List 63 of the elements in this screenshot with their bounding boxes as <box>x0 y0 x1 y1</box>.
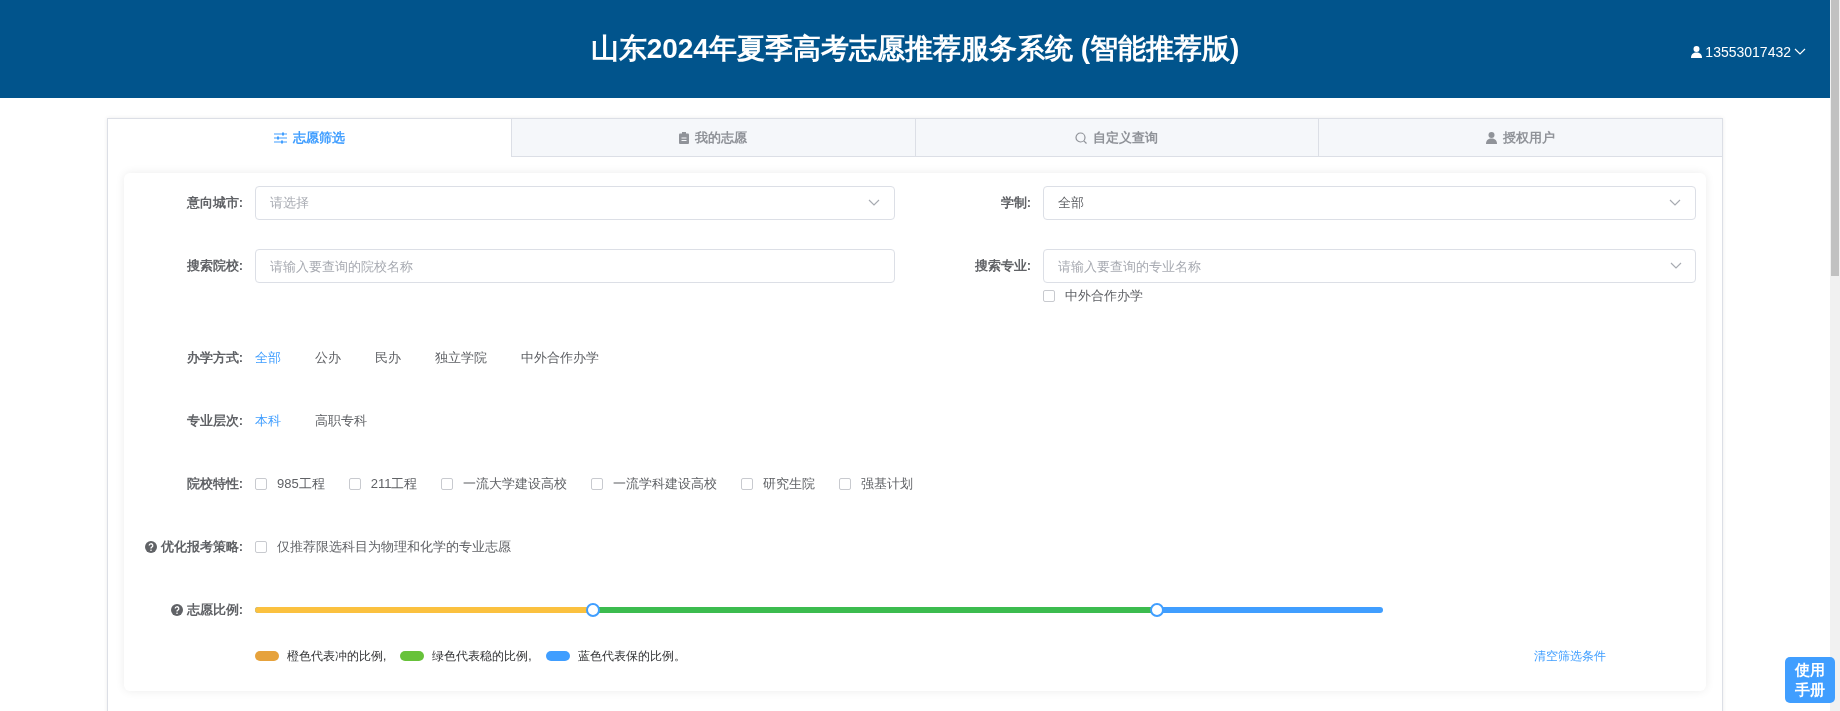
filter-option[interactable]: 公办 <box>315 348 341 367</box>
filter-option[interactable]: 高职专科 <box>315 411 367 430</box>
chevron-down-icon <box>1669 199 1681 207</box>
filter-option[interactable]: 民办 <box>375 348 401 367</box>
clear-filters-link[interactable]: 清空筛选条件 <box>1534 647 1606 665</box>
checkbox-label: 研究生院 <box>763 474 816 493</box>
checkbox[interactable] <box>441 477 454 490</box>
clipboard-icon <box>679 131 690 144</box>
checkbox-label: 强基计划 <box>861 474 914 493</box>
checkbox[interactable] <box>591 477 604 490</box>
field-label: 院校特性: <box>185 474 244 493</box>
filter-option[interactable]: 中外合作办学 <box>521 348 599 367</box>
field-label: 优化报考策略: <box>160 537 243 556</box>
user-phone: 13553017432 <box>1705 44 1791 60</box>
checkbox-label: 211工程 <box>370 474 418 493</box>
filter-option[interactable]: 全部 <box>255 348 281 367</box>
filter-option[interactable]: 独立学院 <box>435 348 487 367</box>
checkbox[interactable] <box>348 477 361 490</box>
tab[interactable]: 自定义查询 <box>914 119 1319 157</box>
chevron-down-icon <box>868 199 880 207</box>
scrollbar[interactable] <box>1830 0 1840 711</box>
legend-label: 蓝色代表保的比例。 <box>577 647 686 665</box>
checkbox[interactable] <box>741 477 754 490</box>
tab[interactable]: 志愿筛选 <box>108 119 511 157</box>
checkbox[interactable] <box>255 477 267 490</box>
chevron-down-icon <box>1794 48 1806 56</box>
field-label: 专业层次: <box>185 411 244 430</box>
sliders-icon <box>273 131 287 144</box>
field-label: 搜索专业: <box>973 257 1032 275</box>
slider-handle[interactable] <box>1150 602 1165 617</box>
chevron-down-icon <box>1670 262 1682 270</box>
search-icon <box>1075 131 1088 144</box>
question-icon <box>144 540 157 553</box>
slider-handle[interactable] <box>586 602 601 617</box>
duration-select[interactable]: 全部 <box>1043 186 1696 220</box>
filter-option[interactable]: 本科 <box>255 411 281 430</box>
checkbox-label: 一流学科建设高校 <box>613 474 718 493</box>
legend-label: 橙色代表冲的比例, <box>287 647 387 665</box>
user-icon <box>1691 46 1703 58</box>
user-menu[interactable]: 13553017432 <box>1691 44 1806 60</box>
field-label: 志愿比例: <box>186 600 243 619</box>
page-title: 山东2024年夏季高考志愿推荐服务系统 (智能推荐版) <box>590 32 1240 66</box>
field-label: 办学方式: <box>185 348 244 367</box>
legend-label: 绿色代表稳的比例, <box>432 647 532 665</box>
field-label: 搜索院校: <box>185 257 244 275</box>
checkbox-label: 一流大学建设高校 <box>463 474 568 493</box>
checkbox[interactable] <box>255 540 267 553</box>
city-select[interactable]: 请选择 <box>255 186 895 220</box>
checkbox[interactable] <box>839 477 852 490</box>
user-icon <box>1486 131 1498 144</box>
major-search-field[interactable]: 请输入要查询的专业名称 <box>1043 249 1696 283</box>
tab[interactable]: 授权用户 <box>1318 119 1722 157</box>
checkbox-label: 985工程 <box>277 474 325 493</box>
school-search-field[interactable]: 请输入要查询的院校名称 <box>255 249 895 283</box>
checkbox-label: 仅推荐限选科目为物理和化学的专业志愿 <box>277 537 511 556</box>
field-label: 学制: <box>999 194 1032 212</box>
checkbox[interactable] <box>1043 290 1055 302</box>
question-icon <box>170 603 183 616</box>
field-label: 意向城市: <box>185 194 244 212</box>
help-manual-button[interactable]: 使用手册 <box>1785 657 1835 703</box>
scrollbar-thumb[interactable] <box>1831 0 1839 276</box>
checkbox-label: 中外合作办学 <box>1065 287 1143 305</box>
tab[interactable]: 我的志愿 <box>510 119 915 157</box>
